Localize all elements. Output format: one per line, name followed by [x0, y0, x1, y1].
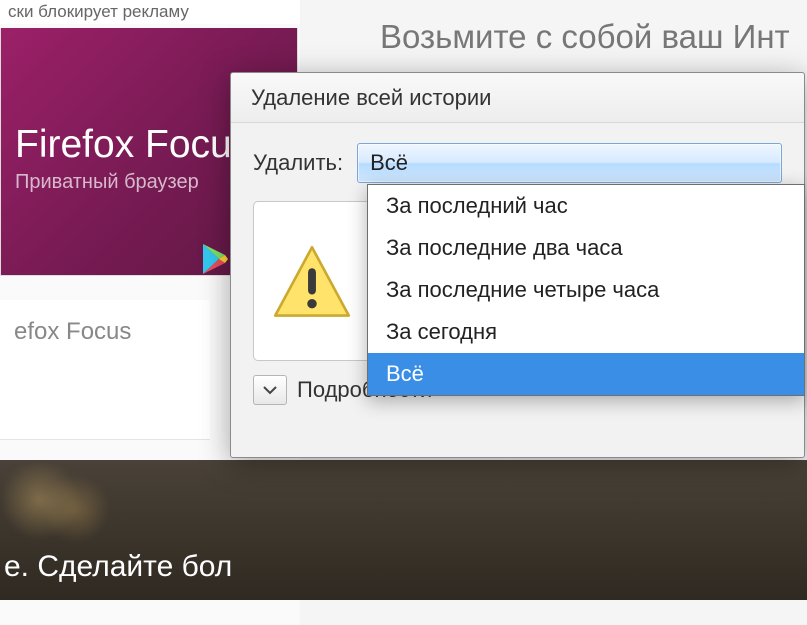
dark-banner: е. Сделайте бол	[0, 460, 807, 600]
promo-caption: efox Focus	[0, 300, 210, 440]
option-everything[interactable]: Всё	[368, 353, 804, 395]
page-headline: Возьмите с собой ваш Инт	[380, 18, 790, 56]
time-range-value: Всё	[370, 150, 408, 176]
dark-banner-text: е. Сделайте бол	[0, 550, 232, 584]
chevron-down-icon	[262, 384, 278, 396]
option-last-two-hours[interactable]: За последние два часа	[368, 227, 804, 269]
adblock-note: ски блокирует рекламу	[0, 0, 300, 24]
time-range-label: Удалить:	[253, 150, 343, 176]
dialog-title: Удаление всей истории	[231, 73, 804, 123]
option-last-four-hours[interactable]: За последние четыре часа	[368, 269, 804, 311]
details-toggle-button[interactable]	[253, 375, 287, 405]
google-play-icon	[201, 243, 229, 275]
option-today[interactable]: За сегодня	[368, 311, 804, 353]
warning-icon	[270, 242, 354, 326]
banner-image-blur	[4, 464, 124, 554]
option-last-hour[interactable]: За последний час	[368, 185, 804, 227]
time-range-dropdown[interactable]: За последний час За последние два часа З…	[367, 184, 805, 396]
time-range-select[interactable]: Всё	[357, 143, 782, 183]
